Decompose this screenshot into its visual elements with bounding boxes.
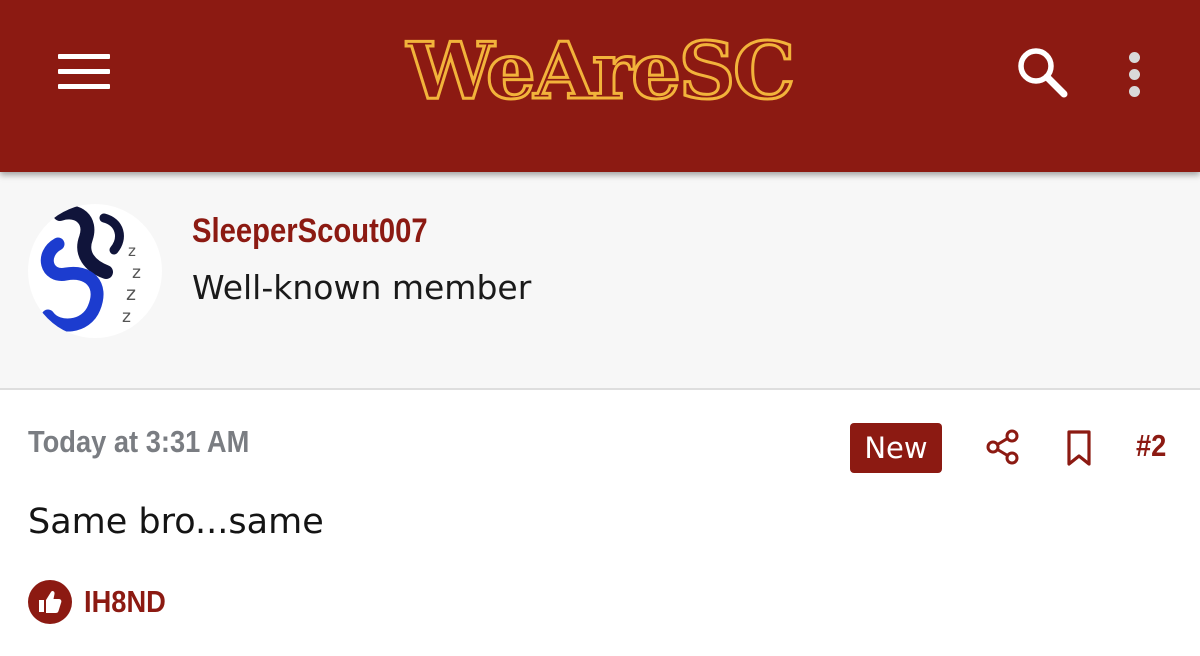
new-badge: New bbox=[850, 423, 942, 473]
svg-text:z: z bbox=[126, 283, 136, 305]
svg-text:z: z bbox=[122, 307, 131, 327]
share-icon[interactable] bbox=[984, 428, 1022, 466]
hamburger-menu-icon[interactable] bbox=[58, 54, 110, 90]
post-body-text: Same bro...same bbox=[28, 502, 324, 542]
svg-text:z: z bbox=[128, 242, 136, 260]
post-author-panel: z z z z SleeperScout007 Well-known membe… bbox=[0, 172, 1200, 390]
post-number-link[interactable]: #2 bbox=[1136, 428, 1166, 464]
search-icon[interactable] bbox=[1012, 42, 1072, 102]
avatar[interactable]: z z z z bbox=[28, 204, 162, 338]
svg-text:z: z bbox=[132, 263, 141, 283]
bookmark-icon[interactable] bbox=[1062, 428, 1096, 468]
author-user-title: Well-known member bbox=[192, 268, 532, 307]
app-header: WeAreSC bbox=[0, 0, 1200, 172]
author-username[interactable]: SleeperScout007 bbox=[192, 212, 428, 251]
post-timestamp[interactable]: Today at 3:31 AM bbox=[28, 424, 249, 460]
thumbs-up-icon bbox=[28, 580, 72, 624]
more-vertical-icon[interactable] bbox=[1120, 46, 1150, 100]
post-item: Today at 3:31 AM New #2 Same bro...same … bbox=[0, 390, 1200, 656]
reaction-users[interactable]: IH8ND bbox=[84, 584, 166, 620]
